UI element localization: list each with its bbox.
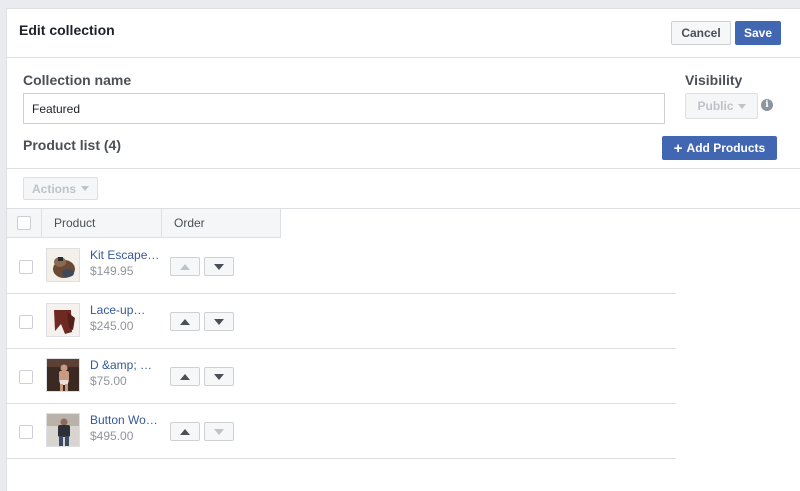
table-row: Lace-up… $245.00 [7,294,676,349]
product-name-link[interactable]: Kit Escape… [90,248,162,262]
product-name-link[interactable]: Button Wo… [90,413,162,427]
row-checkbox[interactable] [19,315,33,329]
arrow-down-icon [214,263,224,270]
product-thumbnail [46,358,80,392]
move-down-button[interactable] [204,312,234,331]
move-down-button[interactable] [204,367,234,386]
plus-icon: + [673,139,683,157]
actions-label: Actions [31,181,76,196]
product-price: $245.00 [90,319,134,333]
row-checkbox[interactable] [19,425,33,439]
row-checkbox[interactable] [19,260,33,274]
product-name-link[interactable]: Lace-up… [90,303,162,317]
actions-dropdown[interactable]: Actions [23,177,98,200]
edit-collection-dialog: Edit collection Cancel Save Collection n… [6,8,800,491]
table-header: Product Order [7,209,281,238]
dialog-header: Edit collection Cancel Save [7,9,800,58]
chevron-down-icon [81,186,89,191]
visibility-select[interactable]: Public [685,93,758,119]
dialog-title: Edit collection [19,22,115,38]
product-thumbnail [46,303,80,337]
save-button[interactable]: Save [735,21,781,45]
chevron-down-icon [737,103,746,109]
table-row: Button Wo… $495.00 [7,404,676,459]
cancel-button[interactable]: Cancel [671,21,731,45]
arrow-up-icon [180,263,190,270]
product-price: $75.00 [90,374,127,388]
select-all-checkbox[interactable] [17,216,31,230]
add-products-button[interactable]: + Add Products [662,136,777,160]
arrow-up-icon [180,428,190,435]
arrow-up-icon [180,373,190,380]
arrow-down-icon [214,373,224,380]
move-up-button[interactable] [170,257,200,276]
product-name-link[interactable]: D &amp; … [90,358,162,372]
visibility-label: Visibility [685,72,743,88]
column-header-product: Product [42,209,162,237]
column-header-order: Order [174,216,205,230]
product-price: $149.95 [90,264,134,278]
arrow-up-icon [180,318,190,325]
divider [7,168,800,169]
product-thumbnail [46,248,80,282]
row-checkbox[interactable] [19,370,33,384]
visibility-value: Public [697,99,734,113]
move-up-button[interactable] [170,422,200,441]
product-list-title: Product list (4) [23,137,122,153]
move-up-button[interactable] [170,367,200,386]
info-icon[interactable]: i [761,99,773,111]
product-price: $495.00 [90,429,134,443]
table-row: Kit Escape… $149.95 [7,239,676,294]
arrow-down-icon [214,318,224,325]
table-row: D &amp; … $75.00 [7,349,676,404]
product-thumbnail [46,413,80,447]
arrow-down-icon [214,428,224,435]
move-down-button[interactable] [204,257,234,276]
add-products-label: Add Products [686,141,766,155]
collection-name-input[interactable] [23,93,665,124]
move-down-button[interactable] [204,422,234,441]
move-up-button[interactable] [170,312,200,331]
collection-name-label: Collection name [23,72,132,88]
